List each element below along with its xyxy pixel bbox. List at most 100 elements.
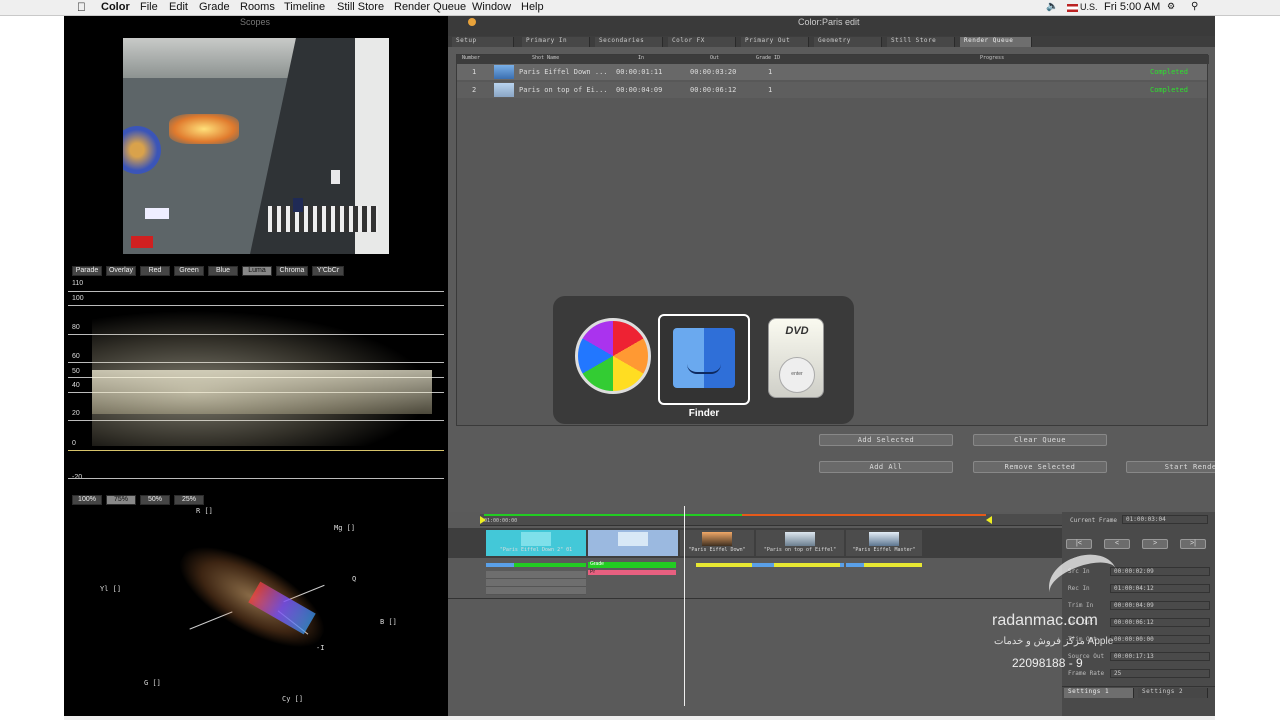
waveform-trace-band (92, 370, 432, 414)
waveform-monitor: 110 100 80 60 50 40 20 0 -20 (64, 280, 448, 481)
queue-header-number[interactable]: Number (462, 55, 480, 62)
window-minimize-icon[interactable] (468, 18, 476, 26)
waveform-label-60: 60 (72, 353, 80, 360)
queue-header-row (457, 55, 1209, 64)
tab-geometry[interactable]: Geometry (814, 37, 882, 47)
menu-rooms[interactable]: Rooms (240, 1, 275, 13)
zoom-75-button[interactable]: 75% (106, 495, 136, 505)
watermark-phone: 22098188 - 9 (1012, 656, 1083, 670)
input-locale[interactable]: U.S. (1080, 2, 1098, 12)
queue-header-progress[interactable]: Progress (980, 55, 1004, 62)
timeline-clip[interactable]: "Paris Eiffel Down 2" 01 (486, 530, 586, 556)
tab-settings-2[interactable]: Settings 2 (1138, 688, 1208, 698)
tab-render-queue[interactable]: Render Queue (960, 37, 1032, 47)
clip-label: "Paris Eiffel Down 2" 01 (499, 547, 573, 553)
menu-help[interactable]: Help (521, 1, 544, 13)
add-selected-button[interactable]: Add Selected (819, 434, 953, 446)
timeline-out-marker[interactable] (986, 516, 992, 524)
clip-thumbnail (869, 532, 899, 546)
grade-bar (696, 563, 752, 567)
queue-row-in: 00:00:01:11 (616, 68, 663, 76)
timeline-clip[interactable]: "Paris Eiffel Down" (680, 530, 754, 556)
current-frame-value[interactable]: 01:00:03:04 (1122, 515, 1208, 524)
watermark-swoosh (1041, 545, 1125, 617)
scope-red-button[interactable]: Red (140, 266, 170, 276)
tab-settings-1[interactable]: Settings 1 (1064, 688, 1134, 698)
queue-row-shot-name: Paris on top of Ei... (519, 86, 608, 94)
settings-tab-bar (1062, 686, 1215, 687)
timeline-clip[interactable] (588, 530, 678, 556)
finder-face-smile (687, 364, 721, 374)
menu-timeline[interactable]: Timeline (284, 1, 325, 13)
nav-next-button[interactable]: > (1142, 539, 1168, 549)
menu-render-queue[interactable]: Render Queue (394, 1, 466, 13)
tab-primary-out[interactable]: Primary Out (741, 37, 809, 47)
timeline-playhead[interactable] (684, 506, 685, 706)
scope-ycbcr-button[interactable]: Y'CbCr (312, 266, 344, 276)
dvd-player-icon[interactable]: DVD enter (768, 318, 824, 398)
nav-end-button[interactable]: >| (1180, 539, 1206, 549)
preview-crosswalk (268, 206, 378, 232)
start-render-button[interactable]: Start Render (1126, 461, 1215, 473)
scope-overlay-button[interactable]: Overlay (106, 266, 136, 276)
timeline-in-marker[interactable] (480, 516, 486, 524)
us-flag-icon[interactable] (1067, 4, 1078, 12)
tab-setup[interactable]: Setup (452, 37, 514, 47)
preview-car (145, 208, 169, 219)
timeline-clip[interactable]: "Paris Eiffel Master" (846, 530, 922, 556)
menu-still-store[interactable]: Still Store (337, 1, 384, 13)
menu-file[interactable]: File (140, 1, 158, 13)
timeline-clip[interactable]: "Paris on top of Eiffel" (756, 530, 844, 556)
tab-primary-in[interactable]: Primary In (522, 37, 590, 47)
menu-window[interactable]: Window (472, 1, 511, 13)
queue-header-grade[interactable]: Grade ID (756, 55, 780, 62)
apple-icon[interactable]:  (77, 0, 86, 14)
scope-parade-button[interactable]: Parade (72, 266, 102, 276)
queue-row-thumbnail (494, 65, 514, 79)
finder-icon-frame[interactable] (658, 314, 750, 405)
queue-row-out: 00:00:03:20 (690, 68, 737, 76)
queue-row-status: Completed (1150, 68, 1188, 76)
tab-secondaries[interactable]: Secondaries (595, 37, 663, 47)
vectorscope-label-q: Q (352, 575, 357, 583)
spotlight-search-icon[interactable]: ⚲ (1191, 1, 1198, 12)
menu-clock[interactable]: Fri 5:00 AM (1104, 1, 1160, 13)
add-all-button[interactable]: Add All (819, 461, 953, 473)
color-wheel-icon[interactable] (575, 318, 651, 394)
nav-start-button[interactable]: |< (1066, 539, 1092, 549)
grade-bar (514, 563, 586, 567)
scope-green-button[interactable]: Green (174, 266, 204, 276)
scope-chroma-button[interactable]: Chroma (276, 266, 308, 276)
scopes-title: Scopes (240, 17, 271, 27)
tab-still-store[interactable]: Still Store (887, 37, 955, 47)
queue-header-out[interactable]: Out (710, 55, 719, 62)
menu-grade[interactable]: Grade (199, 1, 230, 13)
waveform-zero-line (68, 450, 444, 451)
nav-prev-button[interactable]: < (1104, 539, 1130, 549)
app-menu[interactable]: Color (101, 1, 130, 13)
preview-car (131, 236, 153, 248)
grade-bar (864, 563, 922, 567)
zoom-50-button[interactable]: 50% (140, 495, 170, 505)
grade-bar-pr-label: Pr (590, 569, 595, 575)
zoom-25-button[interactable]: 25% (174, 495, 204, 505)
color-app-window: Scopes Parade Overlay Red Green Blue Lum… (64, 16, 1215, 716)
waveform-label-100: 100 (72, 295, 84, 302)
preview-car (331, 170, 340, 184)
menu-edit[interactable]: Edit (169, 1, 188, 13)
zoom-100-button[interactable]: 100% (72, 495, 102, 505)
window-bottom-edge (64, 716, 1215, 720)
clear-queue-button[interactable]: Clear Queue (973, 434, 1107, 446)
volume-icon[interactable]: 🔈 (1046, 1, 1058, 12)
queue-header-in[interactable]: In (638, 55, 644, 62)
tab-color-fx[interactable]: Color FX (668, 37, 736, 47)
vectorscope-label-i: -I (316, 644, 325, 652)
vectorscope-label-cy: Cy [] (282, 695, 304, 703)
grade-bar-pr (588, 570, 676, 575)
queue-header-shot-name[interactable]: Shot Name (532, 55, 559, 62)
scope-luma-button[interactable]: Luma (242, 266, 272, 276)
preview-car (293, 198, 303, 212)
remove-selected-button[interactable]: Remove Selected (973, 461, 1107, 473)
scope-blue-button[interactable]: Blue (208, 266, 238, 276)
user-menu-icon[interactable]: ⚙ (1167, 1, 1175, 12)
